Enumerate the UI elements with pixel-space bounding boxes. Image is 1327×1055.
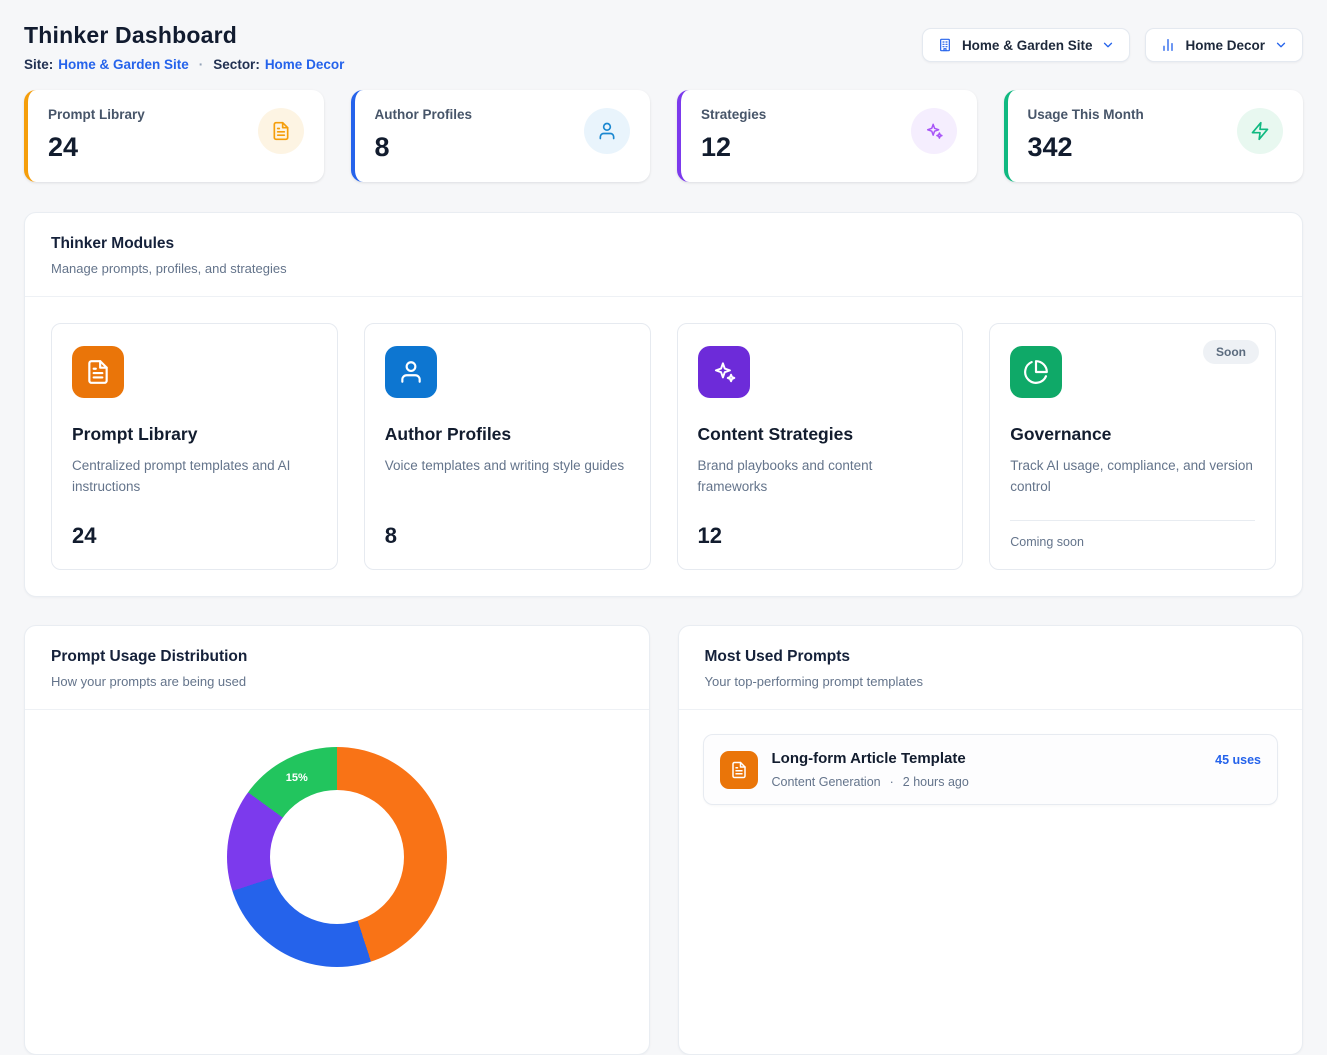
stat-value: 12 [701, 132, 766, 163]
site-link[interactable]: Home & Garden Site [58, 57, 189, 72]
document-icon [720, 751, 758, 789]
module-card-prompt-library[interactable]: Prompt Library Centralized prompt templa… [51, 323, 338, 570]
module-card-governance[interactable]: Soon Governance Track AI usage, complian… [989, 323, 1276, 570]
sparkle-icon [911, 108, 957, 154]
usage-card-header: Prompt Usage Distribution How your promp… [25, 626, 649, 710]
module-description: Track AI usage, compliance, and version … [1010, 456, 1255, 498]
donut-segment-label: 15% [286, 772, 308, 784]
module-card-author-profiles[interactable]: Author Profiles Voice templates and writ… [364, 323, 651, 570]
module-title: Author Profiles [385, 424, 630, 445]
separator-dot: · [890, 775, 894, 789]
list-item[interactable]: Long-form Article Template Content Gener… [703, 734, 1279, 805]
prompt-time: 2 hours ago [903, 775, 969, 789]
prompts-card-header: Most Used Prompts Your top-performing pr… [679, 626, 1303, 710]
site-label: Site: [24, 57, 53, 72]
module-count: 8 [385, 507, 630, 549]
user-icon [385, 346, 437, 398]
module-description: Brand playbooks and content frameworks [698, 456, 943, 498]
modules-grid: Prompt Library Centralized prompt templa… [25, 297, 1302, 596]
stat-card-prompt-library: Prompt Library 24 [24, 90, 324, 182]
thinker-modules-panel: Thinker Modules Manage prompts, profiles… [24, 212, 1303, 597]
usage-card-subtitle: How your prompts are being used [51, 674, 623, 689]
stat-label: Prompt Library [48, 107, 145, 122]
stat-card-author-profiles: Author Profiles 8 [351, 90, 651, 182]
prompts-card-subtitle: Your top-performing prompt templates [705, 674, 1277, 689]
user-icon [584, 108, 630, 154]
usage-card-title: Prompt Usage Distribution [51, 648, 623, 666]
breadcrumb: Site: Home & Garden Site · Sector: Home … [24, 57, 344, 72]
site-selector-label: Home & Garden Site [962, 38, 1093, 53]
module-count: 12 [698, 507, 943, 549]
bar-chart-icon [1160, 37, 1176, 53]
sector-selector-label: Home Decor [1185, 38, 1265, 53]
site-selector-dropdown[interactable]: Home & Garden Site [922, 28, 1131, 62]
header-left: Thinker Dashboard Site: Home & Garden Si… [24, 16, 344, 72]
usage-donut-chart: 15% [227, 747, 447, 967]
prompt-list: Long-form Article Template Content Gener… [679, 710, 1303, 829]
modules-panel-header: Thinker Modules Manage prompts, profiles… [25, 213, 1302, 297]
header: Thinker Dashboard Site: Home & Garden Si… [24, 16, 1303, 72]
sector-link[interactable]: Home Decor [265, 57, 345, 72]
stat-value: 24 [48, 132, 145, 163]
pie-chart-icon [1010, 346, 1062, 398]
most-used-prompts-card: Most Used Prompts Your top-performing pr… [678, 625, 1304, 1055]
page-title: Thinker Dashboard [24, 22, 344, 49]
stat-card-usage: Usage This Month 342 [1004, 90, 1304, 182]
module-card-content-strategies[interactable]: Content Strategies Brand playbooks and c… [677, 323, 964, 570]
stat-label: Author Profiles [375, 107, 473, 122]
prompt-meta: Content Generation · 2 hours ago [772, 775, 1202, 789]
bottom-row: Prompt Usage Distribution How your promp… [24, 625, 1303, 1055]
module-title: Content Strategies [698, 424, 943, 445]
prompt-info: Long-form Article Template Content Gener… [772, 750, 1202, 789]
dashboard-page: Thinker Dashboard Site: Home & Garden Si… [0, 0, 1327, 1055]
document-icon [258, 108, 304, 154]
stat-value: 342 [1028, 132, 1144, 163]
prompt-title: Long-form Article Template [772, 750, 1202, 767]
stat-value: 8 [375, 132, 473, 163]
chevron-down-icon [1101, 38, 1115, 52]
module-count: 24 [72, 507, 317, 549]
prompt-uses-badge: 45 uses [1215, 753, 1261, 767]
lightning-icon [1237, 108, 1283, 154]
stat-label: Strategies [701, 107, 766, 122]
modules-panel-title: Thinker Modules [51, 235, 1276, 253]
building-icon [937, 37, 953, 53]
stats-row: Prompt Library 24 Author Profiles 8 Stra… [24, 90, 1303, 182]
sparkle-icon [698, 346, 750, 398]
document-icon [72, 346, 124, 398]
module-title: Governance [1010, 424, 1255, 445]
usage-distribution-card: Prompt Usage Distribution How your promp… [24, 625, 650, 1055]
prompt-category: Content Generation [772, 775, 881, 789]
header-selectors: Home & Garden Site Home Decor [922, 28, 1303, 62]
soon-badge: Soon [1203, 340, 1259, 364]
coming-soon-text: Coming soon [1010, 520, 1255, 549]
usage-chart-area: 15% [25, 747, 649, 967]
stat-card-strategies: Strategies 12 [677, 90, 977, 182]
modules-panel-subtitle: Manage prompts, profiles, and strategies [51, 261, 1276, 276]
separator-dot: · [199, 57, 204, 72]
sector-selector-dropdown[interactable]: Home Decor [1145, 28, 1303, 62]
module-description: Voice templates and writing style guides [385, 456, 630, 477]
chevron-down-icon [1274, 38, 1288, 52]
module-description: Centralized prompt templates and AI inst… [72, 456, 317, 498]
prompts-card-title: Most Used Prompts [705, 648, 1277, 666]
stat-label: Usage This Month [1028, 107, 1144, 122]
module-title: Prompt Library [72, 424, 317, 445]
sector-label: Sector: [213, 57, 260, 72]
